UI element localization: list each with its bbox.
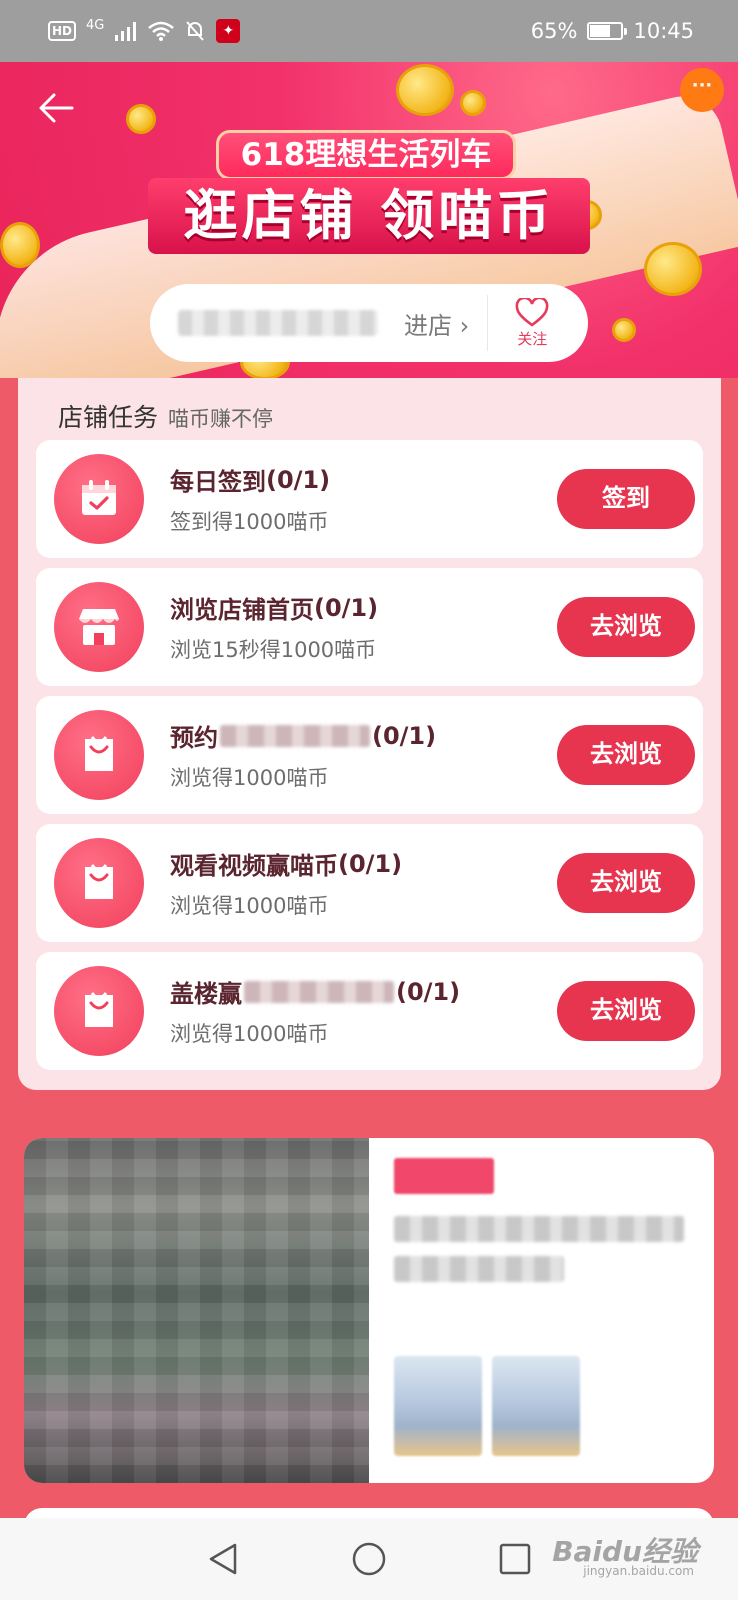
browse-button[interactable]: 去浏览 [557, 597, 695, 657]
panel-subtitle: 喵币赚不停 [168, 407, 274, 431]
enter-shop-label: 进店 [404, 311, 452, 340]
task-description: 浏览得1000喵币 [170, 894, 329, 918]
shop-name-blurred [178, 310, 378, 336]
battery-icon [587, 22, 628, 40]
product-thumbnail[interactable] [394, 1356, 482, 1456]
task-item-watch-video: 观看视频赢喵币 (0/1) 浏览得1000喵币 去浏览 [36, 824, 703, 942]
app-notification-icon: ✦ [216, 19, 241, 43]
banner-title: 逛店铺 领喵币 [148, 178, 590, 254]
shopping-bag-icon [54, 710, 144, 800]
task-description: 浏览得1000喵币 [170, 766, 329, 790]
baidu-watermark: Baidu经验 jingyan.baidu.com [552, 1535, 698, 1578]
clock: 10:45 [633, 19, 694, 43]
product-card[interactable] [24, 1138, 714, 1483]
coin-illustration [612, 318, 636, 342]
task-item-reserve: 预约 (0/1) 浏览得1000喵币 去浏览 [36, 696, 703, 814]
task-item-browse-homepage: 浏览店铺首页 (0/1) 浏览15秒得1000喵币 去浏览 [36, 568, 703, 686]
task-description: 签到得1000喵币 [170, 510, 329, 534]
nav-back-icon[interactable] [201, 1537, 245, 1581]
coin-illustration [396, 64, 454, 116]
product-tag-blurred [394, 1158, 494, 1194]
shopping-bag-icon [54, 838, 144, 928]
chevron-right-icon: › [452, 311, 470, 340]
task-title: 观看视频赢喵币 (0/1) [170, 849, 403, 881]
browse-button[interactable]: 去浏览 [557, 853, 695, 913]
product-text-blurred [394, 1216, 684, 1242]
task-title: 盖楼赢 (0/1) [170, 977, 461, 1009]
task-item-daily-checkin: 每日签到 (0/1) 签到得1000喵币 签到 [36, 440, 703, 558]
task-description: 浏览15秒得1000喵币 [170, 638, 377, 662]
signal-icon: 4G [86, 17, 105, 33]
product-thumbnail[interactable] [492, 1356, 580, 1456]
checkin-button[interactable]: 签到 [557, 469, 695, 529]
panel-header: 店铺任务 喵币赚不停 [58, 398, 273, 434]
heart-icon [515, 297, 549, 327]
mute-bell-icon [186, 21, 205, 41]
shop-bar: 进店 › 关注 [150, 284, 588, 362]
nav-home-icon[interactable] [347, 1537, 391, 1581]
back-arrow-icon[interactable] [38, 92, 74, 124]
wifi-icon [148, 21, 175, 41]
storefront-icon [54, 582, 144, 672]
follow-button[interactable]: 关注 [488, 297, 576, 349]
coin-illustration [0, 222, 40, 268]
nav-recent-icon[interactable] [493, 1537, 537, 1581]
follow-label: 关注 [517, 329, 548, 348]
task-item-build-floor: 盖楼赢 (0/1) 浏览得1000喵币 去浏览 [36, 952, 703, 1070]
shopping-bag-icon [54, 966, 144, 1056]
coin-illustration [126, 104, 156, 134]
coin-illustration [460, 90, 486, 116]
status-bar: HD 4G ✦ 65% 10:45 [0, 0, 738, 62]
browse-button[interactable]: 去浏览 [557, 981, 695, 1041]
coin-illustration [644, 242, 702, 296]
hd-badge: HD [48, 21, 77, 41]
product-image [24, 1138, 369, 1483]
browse-button[interactable]: 去浏览 [557, 725, 695, 785]
shop-tasks-panel: 店铺任务 喵币赚不停 每日签到 (0/1) 签到得1000喵币 签到 浏览店铺首页… [18, 378, 721, 1090]
signal-bars-icon [115, 22, 137, 41]
blurred-text [244, 980, 394, 1003]
task-description: 浏览得1000喵币 [170, 1022, 329, 1046]
task-title: 浏览店铺首页 (0/1) [170, 593, 379, 625]
calendar-check-icon [54, 454, 144, 544]
banner-subtitle: 618理想生活列车 [216, 130, 516, 180]
more-icon[interactable]: ··· [680, 68, 724, 112]
battery-percent: 65% [530, 19, 578, 43]
task-title: 预约 (0/1) [170, 721, 437, 753]
enter-shop-button[interactable]: 进店 › [404, 306, 469, 341]
panel-title: 店铺任务 [58, 403, 159, 432]
product-text-blurred [394, 1256, 564, 1282]
task-title: 每日签到 (0/1) [170, 465, 331, 497]
battery-level [590, 25, 610, 37]
blurred-text [220, 724, 370, 747]
